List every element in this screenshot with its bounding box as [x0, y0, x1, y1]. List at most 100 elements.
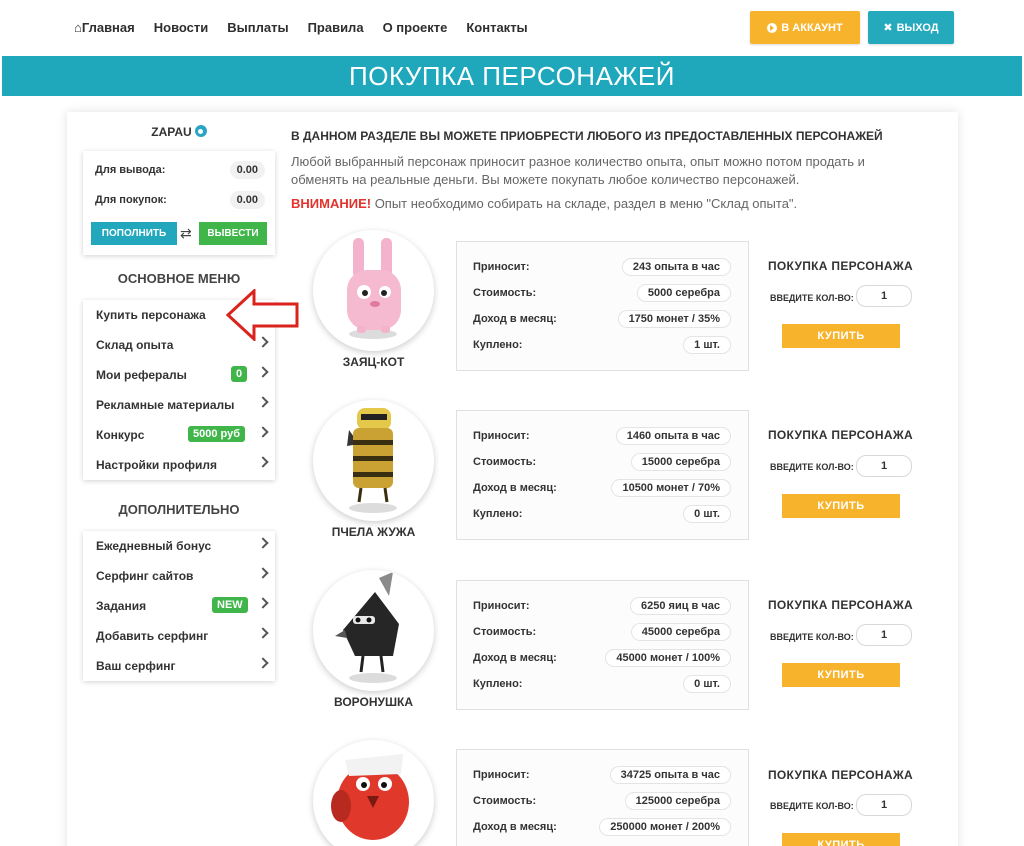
stat-row-bought: Куплено: 0 шт.: [473, 675, 731, 693]
stat-row-cost: Стоимость: 45000 серебра: [473, 623, 731, 641]
stat-value: 6250 яиц в час: [630, 597, 731, 615]
menu-item-label: Купить персонажа: [96, 308, 206, 322]
chevron-right-icon: [257, 627, 269, 639]
menu-item-label: Ваш серфинг: [96, 659, 176, 673]
exit-button[interactable]: ✖ ВЫХОД: [868, 11, 954, 44]
menu-item-contest[interactable]: Конкурс 5000 руб: [83, 420, 275, 450]
menu-item-referrals[interactable]: Мои рефералы 0: [83, 360, 275, 390]
buy-button[interactable]: КУПИТЬ: [782, 494, 900, 518]
gear-icon[interactable]: [194, 125, 207, 137]
menu-item-profile-settings[interactable]: Настройки профиля: [83, 450, 275, 480]
menu-item-your-surfing[interactable]: Ваш серфинг: [83, 651, 275, 681]
character-image-bee: [313, 400, 434, 521]
nav-contacts[interactable]: Контакты: [466, 20, 527, 35]
buy-title: ПОКУПКА ПЕРСОНАЖА: [768, 768, 913, 782]
buy-title: ПОКУПКА ПЕРСОНАЖА: [768, 428, 913, 442]
exit-button-label: ВЫХОД: [896, 21, 939, 34]
stat-value: 243 опыта в час: [621, 258, 731, 276]
stat-row-bought: Куплено: 0 шт.: [473, 505, 731, 523]
stat-label: Доход в месяц:: [473, 821, 557, 833]
stat-label: Приносит:: [473, 769, 530, 781]
stat-value: 45000 монет / 100%: [605, 649, 731, 667]
chevron-right-icon: [257, 396, 269, 408]
menu-item-label: Добавить серфинг: [96, 629, 209, 643]
buy-button[interactable]: КУПИТЬ: [782, 663, 900, 687]
stat-label: Доход в месяц:: [473, 313, 557, 325]
character-name: ЗАЯЦ-КОТ: [342, 355, 405, 369]
stat-label: Куплено:: [473, 339, 523, 351]
buy-button[interactable]: КУПИТЬ: [782, 324, 900, 348]
menu-item-label: Ежедневный бонус: [96, 539, 212, 553]
nav-home[interactable]: ⌂Главная: [74, 20, 135, 35]
buy-title: ПОКУПКА ПЕРСОНАЖА: [768, 259, 913, 273]
character-image-crow: [313, 570, 434, 691]
withdraw-balance-row: Для вывода: 0.00: [95, 161, 265, 179]
nav-news[interactable]: Новости: [154, 20, 209, 35]
character-stats-panel: Приносит: 1460 опыта в час Стоимость: 1500…: [456, 410, 749, 540]
stat-label: Доход в месяц:: [473, 482, 557, 494]
stat-label: Стоимость:: [473, 795, 537, 807]
quantity-input[interactable]: 1: [856, 455, 912, 477]
menu-item-promo-materials[interactable]: Рекламные материалы: [83, 390, 275, 420]
stat-value: 5000 серебра: [636, 284, 731, 302]
stat-label: Стоимость:: [473, 287, 537, 299]
menu-item-label: Рекламные материалы: [96, 398, 235, 412]
quantity-input[interactable]: 1: [856, 794, 912, 816]
buy-title: ПОКУПКА ПЕРСОНАЖА: [768, 598, 913, 612]
qty-label: ВВЕДИТЕ КОЛ-ВО:: [770, 293, 854, 303]
stat-label: Доход в месяц:: [473, 652, 557, 664]
menu-item-label: Задания: [96, 599, 147, 613]
stat-row-income: Доход в месяц: 45000 монет / 100%: [473, 649, 731, 667]
account-button[interactable]: В АККАУНТ: [750, 11, 860, 44]
menu-item-label: Склад опыта: [96, 338, 174, 352]
stat-row-brings: Приносит: 6250 яиц в час: [473, 597, 731, 615]
quantity-input[interactable]: 1: [856, 285, 912, 307]
stat-label: Приносит:: [473, 261, 530, 273]
stat-label: Стоимость:: [473, 456, 537, 468]
page-title-banner: ПОКУПКА ПЕРСОНАЖЕЙ: [2, 56, 1022, 96]
new-badge: NEW: [212, 597, 248, 613]
contest-prize-badge: 5000 руб: [188, 426, 246, 442]
red-arrow-annotation: [226, 289, 299, 341]
exchange-icon[interactable]: ⇄: [180, 225, 192, 242]
character-image-bunny-cat: [313, 230, 434, 351]
stat-value: 250000 монет / 200%: [599, 818, 731, 836]
nav-about[interactable]: О проекте: [383, 20, 448, 35]
chevron-right-icon: [257, 426, 269, 438]
menu-item-add-surfing[interactable]: Добавить серфинг: [83, 621, 275, 651]
menu-item-site-surfing[interactable]: Серфинг сайтов: [83, 561, 275, 591]
warning-note: ВНИМАНИЕ! Опыт необходимо собирать на ск…: [291, 196, 931, 211]
arrow-circle-icon: [767, 22, 778, 33]
main-menu-title: ОСНОВНОЕ МЕНЮ: [117, 271, 241, 286]
stat-row-brings: Приносит: 1460 опыта в час: [473, 427, 731, 445]
buy-button[interactable]: КУПИТЬ: [782, 833, 900, 846]
menu-item-tasks[interactable]: Задания NEW: [83, 591, 275, 621]
stat-label: Стоимость:: [473, 626, 537, 638]
chevron-right-icon: [257, 657, 269, 669]
stat-value: 15000 серебра: [630, 453, 731, 471]
chevron-right-icon: [257, 567, 269, 579]
character-name: ВОРОНУШКА: [333, 695, 414, 709]
nav-payouts[interactable]: Выплаты: [227, 20, 288, 35]
warning-text: Опыт необходимо собирать на складе, разд…: [371, 196, 798, 211]
menu-item-daily-bonus[interactable]: Ежедневный бонус: [83, 531, 275, 561]
balance-panel: Для вывода: 0.00 Для покупок: 0.00 ПОПОЛ…: [83, 151, 275, 255]
quantity-input[interactable]: 1: [856, 624, 912, 646]
account-button-label: В АККАУНТ: [781, 21, 843, 34]
stat-value: 125000 серебра: [624, 792, 731, 810]
section-description: Любой выбранный персонаж приносит разное…: [291, 154, 865, 187]
nav-rules[interactable]: Правила: [308, 20, 364, 35]
stat-row-income: Доход в месяц: 10500 монет / 70%: [473, 479, 731, 497]
topup-button[interactable]: ПОПОЛНИТЬ: [91, 222, 177, 245]
stat-row-income: Доход в месяц: 1750 монет / 35%: [473, 310, 731, 328]
stat-label: Куплено:: [473, 678, 523, 690]
qty-label: ВВЕДИТЕ КОЛ-ВО:: [770, 801, 854, 811]
character-stats-panel: Приносит: 6250 яиц в час Стоимость: 45000 …: [456, 580, 749, 710]
character-stats-panel: Приносит: 243 опыта в час Стоимость: 5000 …: [456, 241, 749, 371]
nav-links: ⌂Главная Новости Выплаты Правила О проек…: [74, 20, 528, 35]
chevron-right-icon: [257, 366, 269, 378]
stat-row-cost: Стоимость: 15000 серебра: [473, 453, 731, 471]
stat-label: Куплено:: [473, 508, 523, 520]
character-name: ПЧЕЛА ЖУЖА: [331, 525, 416, 539]
withdraw-button[interactable]: ВЫВЕСТИ: [199, 222, 267, 245]
